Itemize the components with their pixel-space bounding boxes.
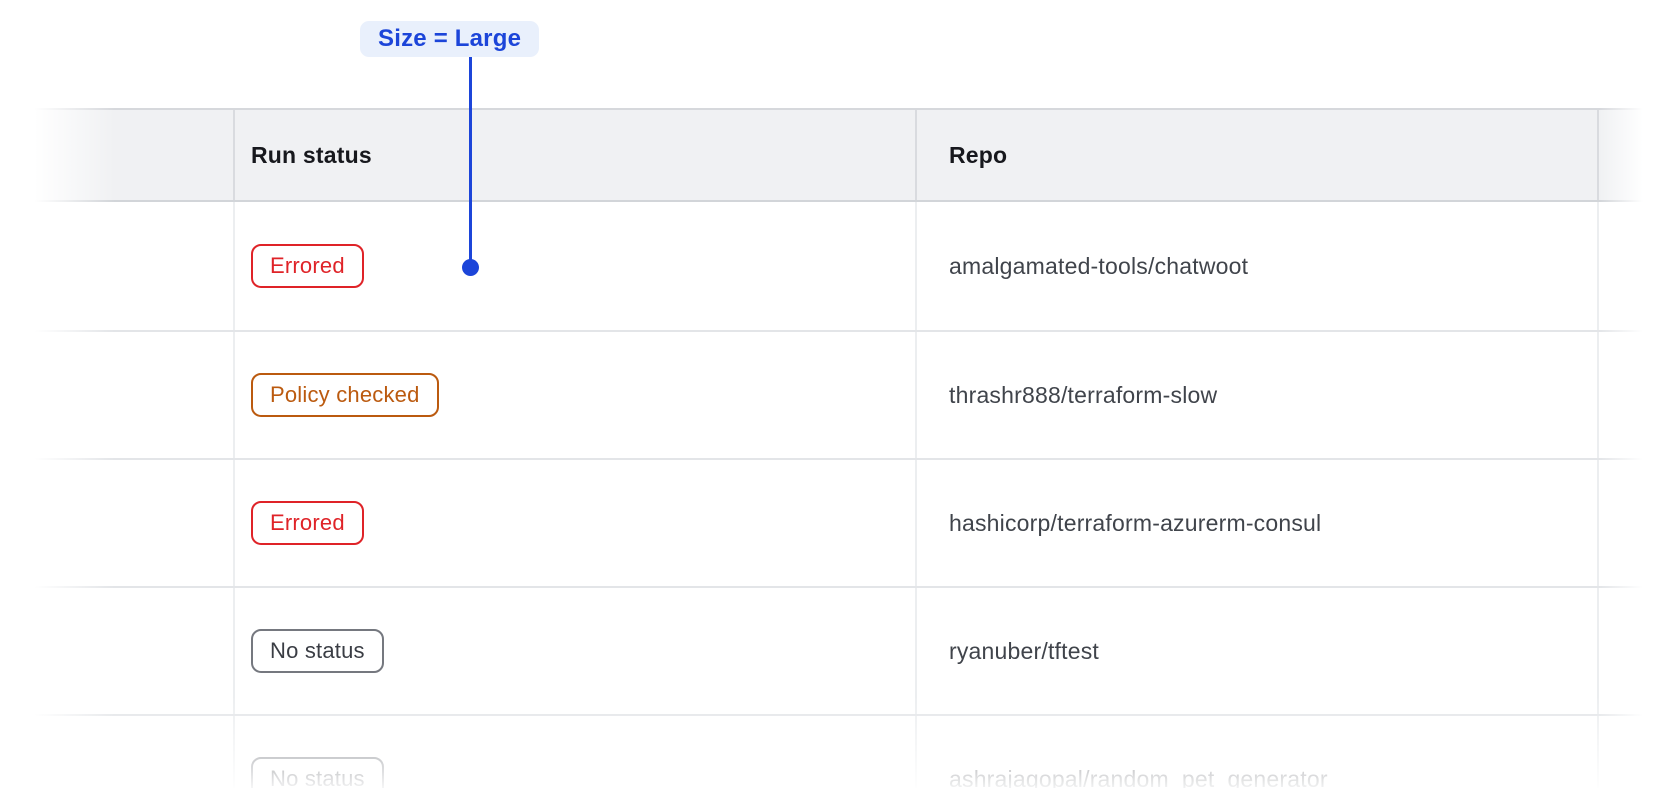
row-cell-overflow	[1597, 202, 1672, 330]
row-cell-empty	[0, 460, 233, 586]
header-cell-repo: Repo	[915, 110, 1597, 200]
table-row[interactable]: No status ashrajagopal/random_pet_genera…	[0, 714, 1672, 788]
header-cell-overflow	[1597, 110, 1672, 200]
row-cell-status: No status	[233, 716, 915, 788]
row-cell-empty	[0, 716, 233, 788]
row-cell-status: Policy checked	[233, 332, 915, 458]
repo-name: thrashr888/terraform-slow	[949, 382, 1217, 409]
table-row[interactable]: Errored hashicorp/terraform-azurerm-cons…	[0, 458, 1672, 586]
annotation-leader-line	[469, 57, 472, 260]
annotation-pill: Size = Large	[360, 21, 539, 57]
row-cell-empty	[0, 332, 233, 458]
row-cell-status: Errored	[233, 202, 915, 330]
runs-table: Run status Repo Errored amalgamated-tool…	[0, 108, 1672, 788]
row-cell-empty	[0, 588, 233, 714]
row-cell-overflow	[1597, 460, 1672, 586]
row-cell-repo: hashicorp/terraform-azurerm-consul	[915, 460, 1597, 586]
header-cell-run-status: Run status	[233, 110, 915, 200]
table-row[interactable]: Policy checked thrashr888/terraform-slow	[0, 330, 1672, 458]
row-cell-repo: ryanuber/tftest	[915, 588, 1597, 714]
status-badge: Policy checked	[251, 373, 439, 417]
row-cell-empty	[0, 202, 233, 330]
repo-name: ryanuber/tftest	[949, 638, 1099, 665]
annotation-dot	[462, 259, 479, 276]
header-cell-empty	[0, 110, 233, 200]
repo-name: amalgamated-tools/chatwoot	[949, 253, 1248, 280]
status-badge: No status	[251, 757, 384, 788]
repo-name: hashicorp/terraform-azurerm-consul	[949, 510, 1321, 537]
row-cell-status: No status	[233, 588, 915, 714]
run-list-screen: Run status Repo Errored amalgamated-tool…	[0, 0, 1672, 788]
table-row[interactable]: Errored amalgamated-tools/chatwoot	[0, 202, 1672, 330]
row-cell-repo: amalgamated-tools/chatwoot	[915, 202, 1597, 330]
row-cell-repo: thrashr888/terraform-slow	[915, 332, 1597, 458]
status-badge: No status	[251, 629, 384, 673]
status-badge: Errored	[251, 501, 364, 545]
table-row[interactable]: No status ryanuber/tftest	[0, 586, 1672, 714]
row-cell-overflow	[1597, 716, 1672, 788]
status-badge: Errored	[251, 244, 364, 288]
repo-name: ashrajagopal/random_pet_generator	[949, 766, 1328, 788]
repo-column-label: Repo	[949, 142, 1007, 169]
row-cell-overflow	[1597, 588, 1672, 714]
row-cell-status: Errored	[233, 460, 915, 586]
table-header-row: Run status Repo	[0, 108, 1672, 202]
row-cell-overflow	[1597, 332, 1672, 458]
run-status-column-label: Run status	[251, 142, 372, 169]
row-cell-repo: ashrajagopal/random_pet_generator	[915, 716, 1597, 788]
